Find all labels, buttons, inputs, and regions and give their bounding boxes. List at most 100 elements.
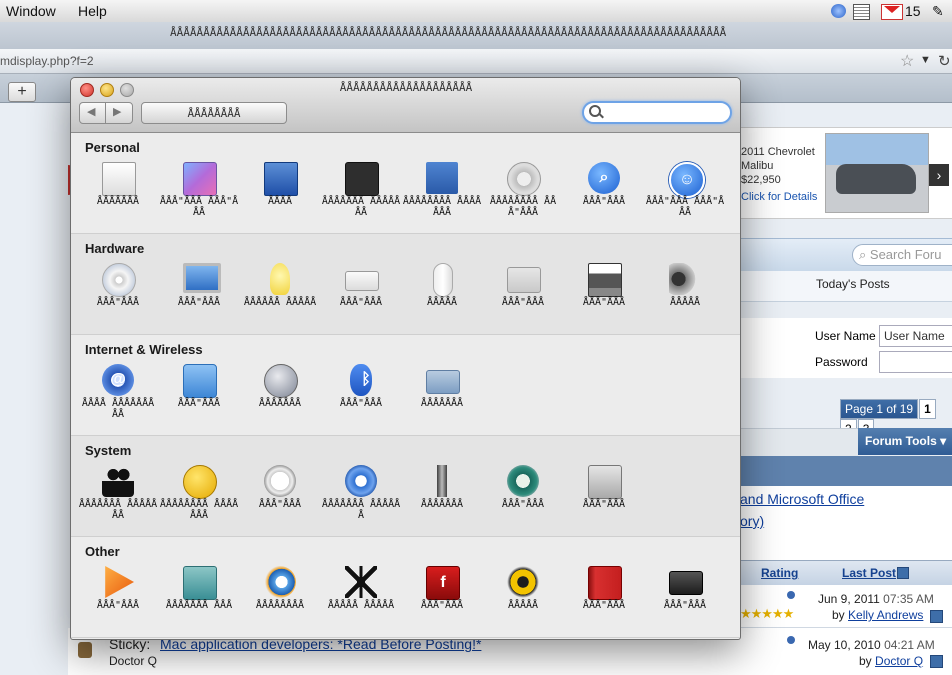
prefs-search-field[interactable] <box>582 101 732 124</box>
network-icon <box>264 364 298 398</box>
menu-help[interactable]: Help <box>78 3 107 19</box>
sort-icon[interactable] <box>897 567 909 579</box>
displays-icon <box>183 263 221 293</box>
sound-icon <box>669 263 701 295</box>
new-tab-button[interactable]: + <box>8 82 36 102</box>
section-title: Personal <box>85 140 140 155</box>
sticky-lock-icon <box>78 642 92 658</box>
spotlight-icon-glyph: ⌕ <box>599 169 609 186</box>
close-button[interactable] <box>80 83 94 97</box>
pref-pane-label: ÅÅÅ"ÅÅÅ <box>501 499 545 510</box>
vlc-icon <box>105 566 134 598</box>
forum-search-input[interactable]: ⌕ Search Foru <box>852 244 952 266</box>
car-image <box>825 133 929 213</box>
go-to-post-icon[interactable] <box>930 610 943 623</box>
dropbox-icon[interactable] <box>831 4 846 18</box>
ad-cta[interactable]: Click for Details <box>741 191 817 203</box>
pref-pane-label: ÅÅÅÅÅÅÅ <box>258 398 302 409</box>
script-icon[interactable]: ✎ <box>932 3 944 20</box>
password-label: Password <box>815 355 868 369</box>
mission-control-icon <box>345 162 379 196</box>
username-field[interactable]: User Name <box>879 325 952 347</box>
speech-icon <box>426 465 458 497</box>
calendar-icon[interactable] <box>853 4 870 20</box>
rating-column[interactable]: Rating <box>761 566 798 580</box>
pref-pane-label: ÅÅÅÅÅÅÅ ÅÅÅ <box>165 600 233 611</box>
ad-price: $22,950 <box>741 174 781 186</box>
camera-icon <box>183 566 217 600</box>
minimize-button[interactable] <box>100 83 114 97</box>
pref-pane-label: ÅÅÅ"ÅÅÅ <box>177 297 221 308</box>
dock-icon <box>264 162 298 196</box>
section-hardware: Hardware ÅÅÅ"ÅÅÅ ÅÅÅ"ÅÅÅ ÅÅÅÅÅÅ ÅÅÅÅÅ ÅÅÅ"ÅÅ… <box>71 234 740 335</box>
general-icon <box>102 162 136 196</box>
bookmark-star-icon[interactable]: ☆ <box>900 51 914 71</box>
date-time-icon <box>264 465 296 497</box>
login-form: User Name User Name Password <box>740 318 952 378</box>
url-text[interactable]: mdisplay.php?f=2 <box>0 54 94 68</box>
section-title: Other <box>85 544 120 559</box>
pref-pane-label: ÅÅÅ"ÅÅÅ ÅÅÅ"ÅÅÅ <box>645 196 725 218</box>
page-1[interactable]: 1 <box>919 399 936 419</box>
forward-button[interactable]: ▶ <box>113 105 121 118</box>
reload-icon[interactable]: ↻ <box>938 52 951 70</box>
trackpad-icon <box>507 267 541 293</box>
menu-bar: Window Help 15 ✎ <box>0 0 952 23</box>
flash-player-icon-glyph: f <box>440 574 446 591</box>
pref-pane-label: ÅÅÅÅÅ <box>426 297 458 308</box>
todays-posts-link[interactable]: Today's Posts <box>816 277 890 291</box>
show-all-button[interactable]: ÅÅÅÅÅÅÅÅ <box>141 102 287 124</box>
menu-window[interactable]: Window <box>6 3 56 19</box>
username-label: User Name <box>815 329 876 343</box>
print-scan-icon <box>588 263 622 297</box>
bluetooth-icon-glyph: ᛒ <box>361 371 371 388</box>
page-info: Page 1 of 19 <box>840 399 919 419</box>
section-title: Internet & Wireless <box>85 342 203 357</box>
pref-pane-label: ÅÅÅ"ÅÅÅ <box>339 297 383 308</box>
forum-tools-button[interactable]: Forum Tools ▾ <box>858 428 952 455</box>
growl-icon <box>507 566 539 598</box>
flash-player-icon: f <box>426 566 460 600</box>
address-bar[interactable]: mdisplay.php?f=2 ☆ ▼ ↻ <box>0 49 952 74</box>
pref-pane-label: ÅÅÅ"ÅÅÅ <box>582 297 626 308</box>
section-system: System ÅÅÅÅÅÅÅ ÅÅÅÅÅÅÅ ÅÅÅÅÅÅÅÅ ÅÅÅÅÅÅÅ ÅÅÅ… <box>71 436 740 537</box>
rating-stars: ★★★★★ <box>740 606 794 621</box>
back-button[interactable]: ◀ <box>87 105 95 118</box>
post-author-link[interactable]: Kelly Andrews <box>848 608 923 622</box>
back-forward-control: ◀ ▶ <box>79 102 133 124</box>
software-update-icon <box>345 465 377 497</box>
announcement-link-1[interactable]: and Microsoft Office <box>740 491 864 507</box>
post-author-link[interactable]: Doctor Q <box>875 654 923 668</box>
macfuse-icon <box>345 566 377 598</box>
browser-titlebar: ÅÅÅÅÅÅÅÅÅÅÅÅÅÅÅÅÅÅÅÅÅÅÅÅÅÅÅÅÅÅÅÅÅÅÅÅÅÅÅÅ… <box>0 22 952 49</box>
security-icon <box>507 162 541 196</box>
last-post-column[interactable]: Last Post <box>842 566 896 580</box>
ad-next-icon[interactable]: › <box>929 164 949 186</box>
pref-pane-label: ÅÅÅÅÅÅ ÅÅÅÅÅ <box>243 297 317 308</box>
todays-posts-bar: Today's Posts <box>740 271 952 302</box>
universal-access-icon: ☺ <box>669 162 705 198</box>
desktop-icon <box>183 162 217 196</box>
mail-contacts-icon-glyph: @ <box>110 371 126 388</box>
spotlight-icon: ⌕ <box>588 162 620 194</box>
announcement-area: and Microsoft Office ory) <box>740 486 952 560</box>
by-label: by <box>859 654 872 668</box>
password-field[interactable] <box>879 351 952 373</box>
url-dropdown-icon[interactable]: ▼ <box>920 54 931 66</box>
search-icon <box>589 105 601 117</box>
announcement-link-2[interactable]: ory) <box>740 513 764 529</box>
time-machine-icon <box>507 465 539 497</box>
car-ad[interactable]: 2011 Chevrolet Malibu $22,950 Click for … <box>740 127 952 219</box>
mail-contacts-icon: @ <box>102 364 134 396</box>
go-to-post-icon[interactable] <box>930 655 943 668</box>
post-time: 07:35 AM <box>883 592 934 606</box>
pref-pane-label: ÅÅÅÅÅÅÅ ÅÅÅÅÅÅ <box>321 499 401 521</box>
pref-pane-label: ÅÅÅ"ÅÅÅ <box>420 600 464 611</box>
post-date: May 10, 2010 <box>808 638 881 652</box>
gmail-icon[interactable] <box>881 4 903 20</box>
by-label: by <box>832 608 845 622</box>
zoom-button[interactable] <box>120 83 134 97</box>
pref-pane-label: ÅÅÅ"ÅÅÅ <box>501 297 545 308</box>
pagination: Page 1 of 19123 <box>840 399 952 439</box>
pref-pane-label: ÅÅÅÅÅÅÅÅ ÅÅÅÅÅÅÅ <box>402 196 482 218</box>
